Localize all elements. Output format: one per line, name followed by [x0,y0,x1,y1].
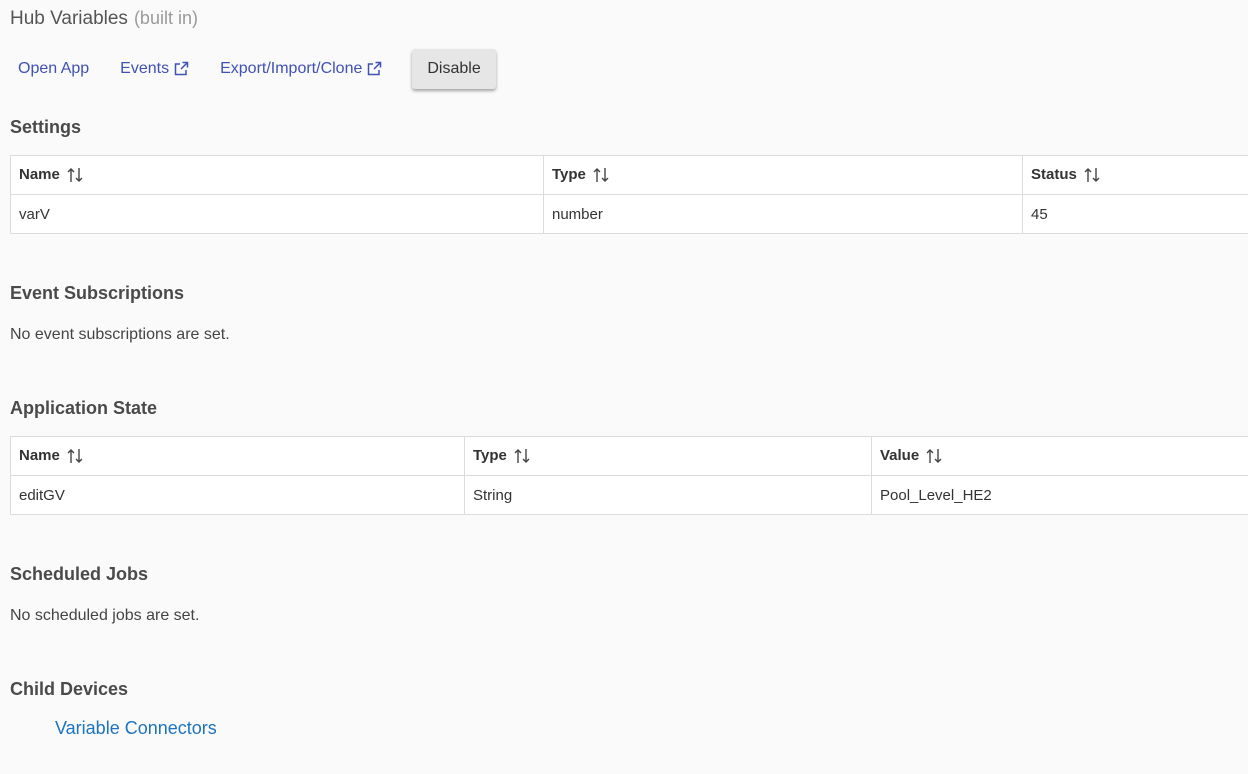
cell-status: 45 [1022,194,1248,234]
sort-icon [67,168,83,183]
cell-value: Pool_Level_HE2 [871,475,1248,515]
export-label: Export/Import/Clone [220,59,363,77]
settings-heading: Settings [10,117,82,137]
application-state-table: Name Type Value editGV String Pool_Level… [10,436,1248,515]
scheduled-jobs-heading: Scheduled Jobs [10,564,149,584]
open-app-label: Open App [18,59,90,77]
settings-table: Name Type Status varV number 45 [10,155,1248,234]
disable-button[interactable]: Disable [412,48,496,89]
table-header-row: Name Type Status [10,155,1248,195]
sort-icon [1084,168,1100,183]
column-header-name[interactable]: Name [10,436,465,476]
table-row: varV number 45 [10,194,1248,234]
child-device-link-variable-connectors[interactable]: Variable Connectors [55,718,217,739]
table-header-row: Name Type Value [10,436,1248,476]
app-title: Hub Variables [10,8,128,29]
events-label: Events [120,59,170,77]
page-title: Hub Variables (built in) [10,8,198,30]
external-link-icon [368,61,382,75]
cell-name: editGV [10,475,465,515]
table-row: editGV String Pool_Level_HE2 [10,475,1248,515]
child-devices-heading: Child Devices [10,679,129,699]
sort-icon [593,168,609,183]
events-link[interactable]: Events [120,60,189,78]
application-state-heading: Application State [10,398,158,418]
event-subscriptions-heading: Event Subscriptions [10,283,185,303]
column-header-status[interactable]: Status [1022,155,1248,195]
event-subscriptions-empty: No event subscriptions are set. [10,326,230,343]
sort-icon [926,449,942,464]
app-page: Hub Variables (built in) Open App Events … [0,0,1248,774]
column-header-name[interactable]: Name [10,155,544,195]
action-bar: Open App Events Export/Import/Clone Disa… [18,48,496,89]
app-subtitle: (built in) [133,8,198,28]
cell-type: number [543,194,1023,234]
cell-name: varV [10,194,544,234]
export-import-clone-link[interactable]: Export/Import/Clone [220,60,382,78]
column-header-value[interactable]: Value [871,436,1248,476]
sort-icon [514,449,530,464]
sort-icon [67,449,83,464]
column-header-type[interactable]: Type [543,155,1023,195]
external-link-icon [174,61,189,75]
scheduled-jobs-empty: No scheduled jobs are set. [10,607,200,624]
column-header-type[interactable]: Type [464,436,872,476]
cell-type: String [464,475,872,515]
open-app-link[interactable]: Open App [18,60,89,78]
